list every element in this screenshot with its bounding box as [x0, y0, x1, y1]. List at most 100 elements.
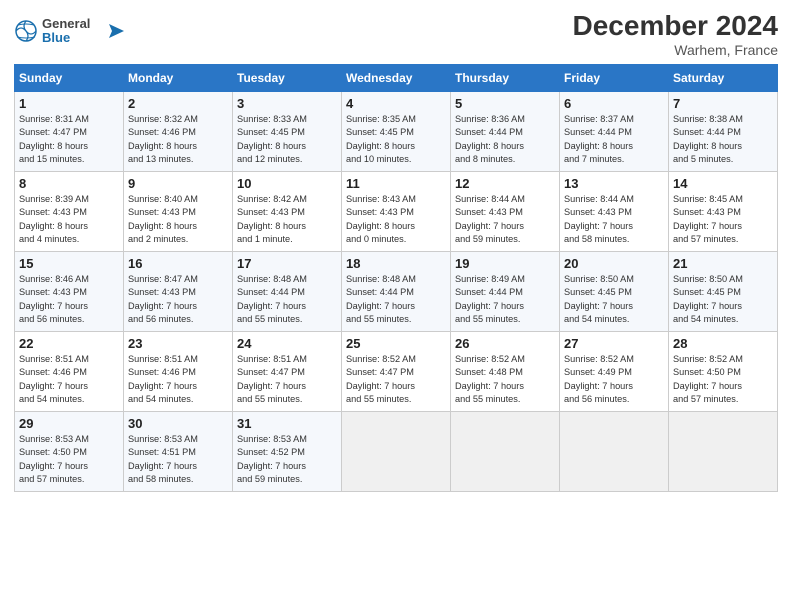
day-info: Sunrise: 8:51 AM Sunset: 4:47 PM Dayligh… [237, 353, 337, 406]
day-number: 19 [455, 256, 555, 271]
day-info: Sunrise: 8:53 AM Sunset: 4:52 PM Dayligh… [237, 433, 337, 486]
calendar-cell [560, 412, 669, 492]
day-info: Sunrise: 8:52 AM Sunset: 4:49 PM Dayligh… [564, 353, 664, 406]
day-info: Sunrise: 8:45 AM Sunset: 4:43 PM Dayligh… [673, 193, 773, 246]
day-number: 22 [19, 336, 119, 351]
header-tuesday: Tuesday [233, 65, 342, 92]
calendar-cell [669, 412, 778, 492]
calendar-cell: 17 Sunrise: 8:48 AM Sunset: 4:44 PM Dayli… [233, 252, 342, 332]
day-number: 10 [237, 176, 337, 191]
day-info: Sunrise: 8:36 AM Sunset: 4:44 PM Dayligh… [455, 113, 555, 166]
day-number: 18 [346, 256, 446, 271]
day-info: Sunrise: 8:44 AM Sunset: 4:43 PM Dayligh… [455, 193, 555, 246]
calendar-cell: 8Sunrise: 8:39 AM Sunset: 4:43 PM Daylig… [15, 172, 124, 252]
day-number: 21 [673, 256, 773, 271]
calendar-cell: 5Sunrise: 8:36 AM Sunset: 4:44 PM Daylig… [451, 92, 560, 172]
day-info: Sunrise: 8:42 AM Sunset: 4:43 PM Dayligh… [237, 193, 337, 246]
calendar-cell: 18 Sunrise: 8:48 AM Sunset: 4:44 PM Dayli… [342, 252, 451, 332]
day-info: Sunrise: 8:38 AM Sunset: 4:44 PM Dayligh… [673, 113, 773, 166]
day-info: Sunrise: 8:49 AM Sunset: 4:44 PM Dayligh… [455, 273, 555, 326]
day-info: Sunrise: 8:46 AM Sunset: 4:43 PM Dayligh… [19, 273, 119, 326]
header-saturday: Saturday [669, 65, 778, 92]
calendar-cell: 7Sunrise: 8:38 AM Sunset: 4:44 PM Daylig… [669, 92, 778, 172]
day-number: 26 [455, 336, 555, 351]
day-info: Sunrise: 8:33 AM Sunset: 4:45 PM Dayligh… [237, 113, 337, 166]
calendar-cell: 14 Sunrise: 8:45 AM Sunset: 4:43 PM Dayli… [669, 172, 778, 252]
day-number: 1 [19, 96, 119, 111]
calendar-cell: 24 Sunrise: 8:51 AM Sunset: 4:47 PM Dayli… [233, 332, 342, 412]
day-number: 12 [455, 176, 555, 191]
day-number: 25 [346, 336, 446, 351]
day-number: 6 [564, 96, 664, 111]
calendar-cell: 12 Sunrise: 8:44 AM Sunset: 4:43 PM Dayli… [451, 172, 560, 252]
location-subtitle: Warhem, France [573, 42, 778, 58]
calendar-cell: 1Sunrise: 8:31 AM Sunset: 4:47 PM Daylig… [15, 92, 124, 172]
day-number: 16 [128, 256, 228, 271]
day-number: 31 [237, 416, 337, 431]
day-info: Sunrise: 8:39 AM Sunset: 4:43 PM Dayligh… [19, 193, 119, 246]
calendar-cell: 30Sunrise: 8:53 AM Sunset: 4:51 PM Dayli… [124, 412, 233, 492]
day-info: Sunrise: 8:52 AM Sunset: 4:48 PM Dayligh… [455, 353, 555, 406]
calendar-cell: 23 Sunrise: 8:51 AM Sunset: 4:46 PM Dayli… [124, 332, 233, 412]
calendar-header-row: Sunday Monday Tuesday Wednesday Thursday… [15, 65, 778, 92]
header-friday: Friday [560, 65, 669, 92]
day-info: Sunrise: 8:48 AM Sunset: 4:44 PM Dayligh… [237, 273, 337, 326]
day-number: 2 [128, 96, 228, 111]
day-number: 28 [673, 336, 773, 351]
calendar-week-row: 1Sunrise: 8:31 AM Sunset: 4:47 PM Daylig… [15, 92, 778, 172]
day-info: Sunrise: 8:52 AM Sunset: 4:50 PM Dayligh… [673, 353, 773, 406]
calendar-cell: 16 Sunrise: 8:47 AM Sunset: 4:43 PM Dayli… [124, 252, 233, 332]
logo: General Blue [14, 10, 124, 57]
calendar-cell: 13 Sunrise: 8:44 AM Sunset: 4:43 PM Dayli… [560, 172, 669, 252]
logo-svg: General Blue [14, 10, 124, 52]
header-monday: Monday [124, 65, 233, 92]
header-thursday: Thursday [451, 65, 560, 92]
header-wednesday: Wednesday [342, 65, 451, 92]
day-number: 4 [346, 96, 446, 111]
day-info: Sunrise: 8:52 AM Sunset: 4:47 PM Dayligh… [346, 353, 446, 406]
logo-wordmark: General Blue [14, 10, 124, 57]
calendar-cell: 9 Sunrise: 8:40 AM Sunset: 4:43 PM Daylig… [124, 172, 233, 252]
day-info: Sunrise: 8:37 AM Sunset: 4:44 PM Dayligh… [564, 113, 664, 166]
day-info: Sunrise: 8:47 AM Sunset: 4:43 PM Dayligh… [128, 273, 228, 326]
calendar-cell [451, 412, 560, 492]
day-info: Sunrise: 8:44 AM Sunset: 4:43 PM Dayligh… [564, 193, 664, 246]
calendar-cell: 15 Sunrise: 8:46 AM Sunset: 4:43 PM Dayli… [15, 252, 124, 332]
day-info: Sunrise: 8:32 AM Sunset: 4:46 PM Dayligh… [128, 113, 228, 166]
calendar-cell: 20 Sunrise: 8:50 AM Sunset: 4:45 PM Dayli… [560, 252, 669, 332]
calendar-cell: 22 Sunrise: 8:51 AM Sunset: 4:46 PM Dayli… [15, 332, 124, 412]
day-number: 13 [564, 176, 664, 191]
day-info: Sunrise: 8:50 AM Sunset: 4:45 PM Dayligh… [673, 273, 773, 326]
day-info: Sunrise: 8:53 AM Sunset: 4:50 PM Dayligh… [19, 433, 119, 486]
calendar-cell: 10 Sunrise: 8:42 AM Sunset: 4:43 PM Dayli… [233, 172, 342, 252]
day-info: Sunrise: 8:35 AM Sunset: 4:45 PM Dayligh… [346, 113, 446, 166]
day-number: 17 [237, 256, 337, 271]
calendar-cell: 19 Sunrise: 8:49 AM Sunset: 4:44 PM Dayli… [451, 252, 560, 332]
day-number: 14 [673, 176, 773, 191]
day-info: Sunrise: 8:50 AM Sunset: 4:45 PM Dayligh… [564, 273, 664, 326]
month-title: December 2024 [573, 10, 778, 42]
day-number: 20 [564, 256, 664, 271]
day-info: Sunrise: 8:51 AM Sunset: 4:46 PM Dayligh… [128, 353, 228, 406]
page-container: General Blue December 2024 Warhem, Franc… [0, 0, 792, 502]
day-info: Sunrise: 8:48 AM Sunset: 4:44 PM Dayligh… [346, 273, 446, 326]
day-number: 23 [128, 336, 228, 351]
calendar-cell: 21 Sunrise: 8:50 AM Sunset: 4:45 PM Dayli… [669, 252, 778, 332]
day-number: 15 [19, 256, 119, 271]
calendar-cell [342, 412, 451, 492]
day-info: Sunrise: 8:51 AM Sunset: 4:46 PM Dayligh… [19, 353, 119, 406]
day-number: 9 [128, 176, 228, 191]
calendar-table: Sunday Monday Tuesday Wednesday Thursday… [14, 64, 778, 492]
calendar-week-row: 29Sunrise: 8:53 AM Sunset: 4:50 PM Dayli… [15, 412, 778, 492]
calendar-cell: 2 Sunrise: 8:32 AM Sunset: 4:46 PM Daylig… [124, 92, 233, 172]
day-info: Sunrise: 8:40 AM Sunset: 4:43 PM Dayligh… [128, 193, 228, 246]
day-number: 27 [564, 336, 664, 351]
calendar-cell: 28 Sunrise: 8:52 AM Sunset: 4:50 PM Dayli… [669, 332, 778, 412]
day-info: Sunrise: 8:43 AM Sunset: 4:43 PM Dayligh… [346, 193, 446, 246]
day-info: Sunrise: 8:53 AM Sunset: 4:51 PM Dayligh… [128, 433, 228, 486]
calendar-cell: 3Sunrise: 8:33 AM Sunset: 4:45 PM Daylig… [233, 92, 342, 172]
day-number: 24 [237, 336, 337, 351]
calendar-week-row: 22 Sunrise: 8:51 AM Sunset: 4:46 PM Dayli… [15, 332, 778, 412]
header: General Blue December 2024 Warhem, Franc… [14, 10, 778, 58]
calendar-cell: 29Sunrise: 8:53 AM Sunset: 4:50 PM Dayli… [15, 412, 124, 492]
